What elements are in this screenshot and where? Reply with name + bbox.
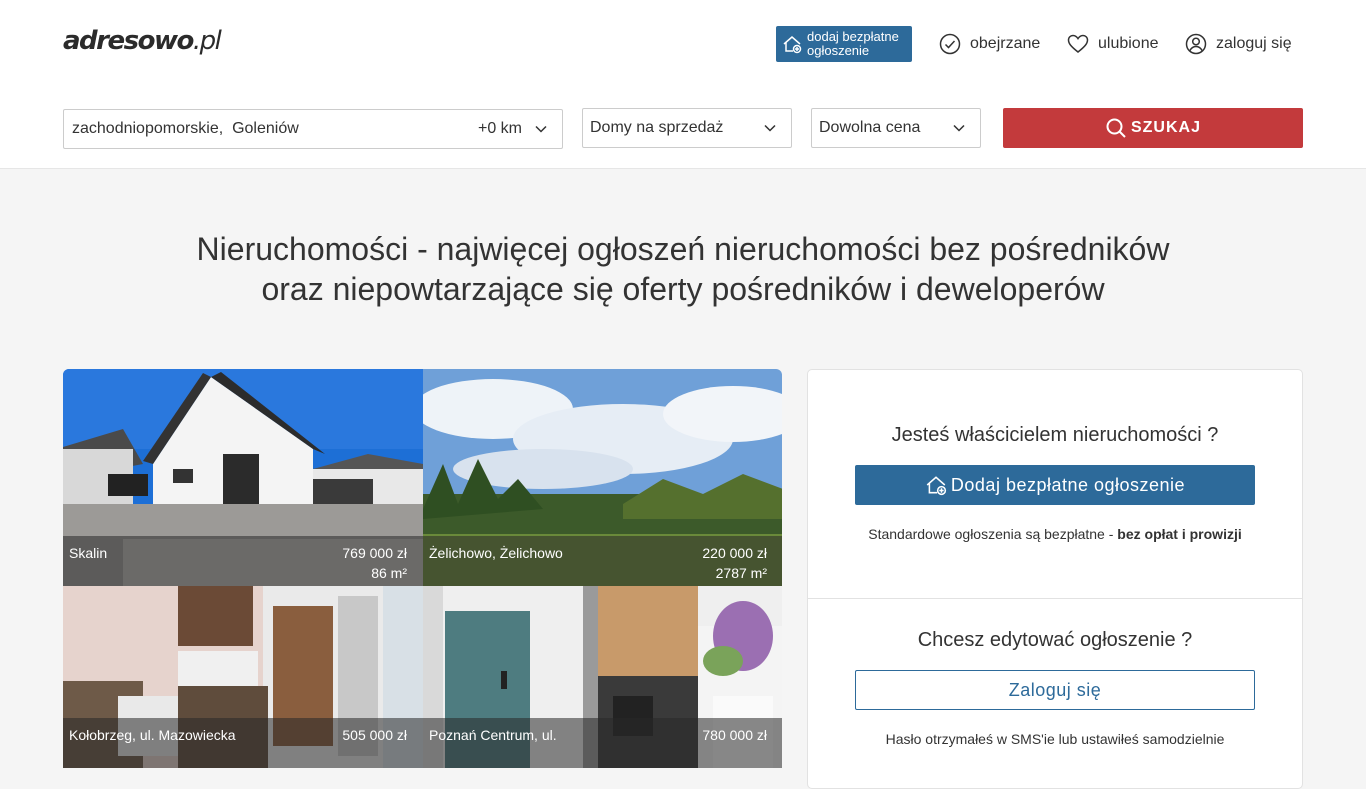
add-free-listing-button[interactable]: Dodaj bezpłatne ogłoszenie xyxy=(855,465,1255,505)
add-listing-label-1: dodaj bezpłatne xyxy=(807,29,899,44)
listing-price: 505 000 zł xyxy=(342,727,407,743)
location-input[interactable]: zachodniopomorskie, Goleniów +0 km xyxy=(63,109,563,149)
listing-info: Skalin 769 000 zł 86 m² xyxy=(63,536,423,586)
search-button-label: SZUKAJ xyxy=(1130,119,1201,136)
listing-area: 2787 m² xyxy=(715,565,767,581)
owner-heading: Jesteś właścicielem nieruchomości ? xyxy=(891,424,1219,446)
nav-viewed-label: obejrzane xyxy=(970,35,1041,52)
listing-location: Żelichowo, Żelichowo xyxy=(429,545,563,561)
listings-grid: Skalin 769 000 zł 86 m² Żelichowo, Żelic… xyxy=(63,369,782,768)
panel-divider xyxy=(808,598,1302,599)
chevron-down-icon xyxy=(953,124,965,132)
price-select[interactable]: Dowolna cena xyxy=(811,108,981,148)
listing-tile[interactable]: Żelichowo, Żelichowo 220 000 zł 2787 m² xyxy=(423,369,782,586)
search-button[interactable]: SZUKAJ xyxy=(1003,108,1303,148)
add-listing-label-2: ogłoszenie xyxy=(807,43,870,58)
free-note-text: Standardowe ogłoszenia są bezpłatne - xyxy=(868,526,1118,542)
chevron-down-icon[interactable] xyxy=(534,122,548,136)
radius-value[interactable]: +0 km xyxy=(478,120,522,138)
listing-price: 220 000 zł xyxy=(702,545,767,561)
listing-location: Skalin xyxy=(69,545,108,561)
house-plus-icon xyxy=(926,476,947,496)
password-note: Hasło otrzymałeś w SMS'ie lub ustawiłeś … xyxy=(885,731,1225,747)
listing-price: 769 000 zł xyxy=(342,545,407,561)
page-headline: Nieruchomości - najwięcej ogłoszeń nieru… xyxy=(0,229,1366,309)
heart-icon xyxy=(1067,34,1089,53)
logo-text: adresowo xyxy=(63,26,194,56)
free-listing-note: Standardowe ogłoszenia są bezpłatne - be… xyxy=(808,526,1302,542)
price-value: Dowolna cena xyxy=(819,119,921,136)
site-header: adresowo.pl dodaj bezpłatne ogłoszenie o… xyxy=(0,0,1366,169)
owner-panel: Jesteś właścicielem nieruchomości ? Doda… xyxy=(807,369,1303,789)
edit-heading: Chcesz edytować ogłoszenie ? xyxy=(917,629,1193,651)
search-icon xyxy=(1106,118,1126,138)
location-value: zachodniopomorskie, Goleniów xyxy=(72,120,299,137)
listing-location: Kołobrzeg, ul. Mazowiecka xyxy=(69,727,236,743)
listing-tile[interactable]: Poznań Centrum, ul. 780 000 zł xyxy=(423,586,782,768)
listing-area: 86 m² xyxy=(371,565,407,581)
user-circle-icon xyxy=(1185,33,1207,55)
headline-line-2: oraz niepowtarzające się oferty pośredni… xyxy=(261,271,1105,307)
check-circle-icon xyxy=(939,33,961,55)
nav-viewed[interactable]: obejrzane xyxy=(939,32,1040,56)
nav-favorites[interactable]: ulubione xyxy=(1067,32,1159,56)
listing-info: Kołobrzeg, ul. Mazowiecka 505 000 zł xyxy=(63,718,423,768)
listing-info: Poznań Centrum, ul. 780 000 zł xyxy=(423,718,782,768)
logo-tld: .pl xyxy=(192,26,222,56)
nav-login[interactable]: zaloguj się xyxy=(1185,32,1292,56)
nav-login-label: zaloguj się xyxy=(1216,35,1292,52)
listing-info: Żelichowo, Żelichowo 220 000 zł 2787 m² xyxy=(423,536,782,586)
site-logo[interactable]: adresowo.pl xyxy=(63,26,222,56)
free-note-bold: bez opłat i prowizji xyxy=(1117,526,1242,542)
listing-price: 780 000 zł xyxy=(702,727,767,743)
login-button[interactable]: Zaloguj się xyxy=(855,670,1255,710)
house-plus-icon xyxy=(783,36,802,54)
add-listing-button[interactable]: dodaj bezpłatne ogłoszenie xyxy=(776,26,912,62)
listing-tile[interactable]: Skalin 769 000 zł 86 m² xyxy=(63,369,423,586)
property-type-value: Domy na sprzedaż xyxy=(590,119,724,136)
add-free-listing-label: Dodaj bezpłatne ogłoszenie xyxy=(950,474,1186,495)
headline-line-1: Nieruchomości - najwięcej ogłoszeń nieru… xyxy=(196,231,1170,267)
listing-location: Poznań Centrum, ul. xyxy=(429,727,557,743)
property-type-select[interactable]: Domy na sprzedaż xyxy=(582,108,792,148)
chevron-down-icon xyxy=(764,124,776,132)
nav-favorites-label: ulubione xyxy=(1098,35,1159,52)
listing-tile[interactable]: Kołobrzeg, ul. Mazowiecka 505 000 zł xyxy=(63,586,423,768)
